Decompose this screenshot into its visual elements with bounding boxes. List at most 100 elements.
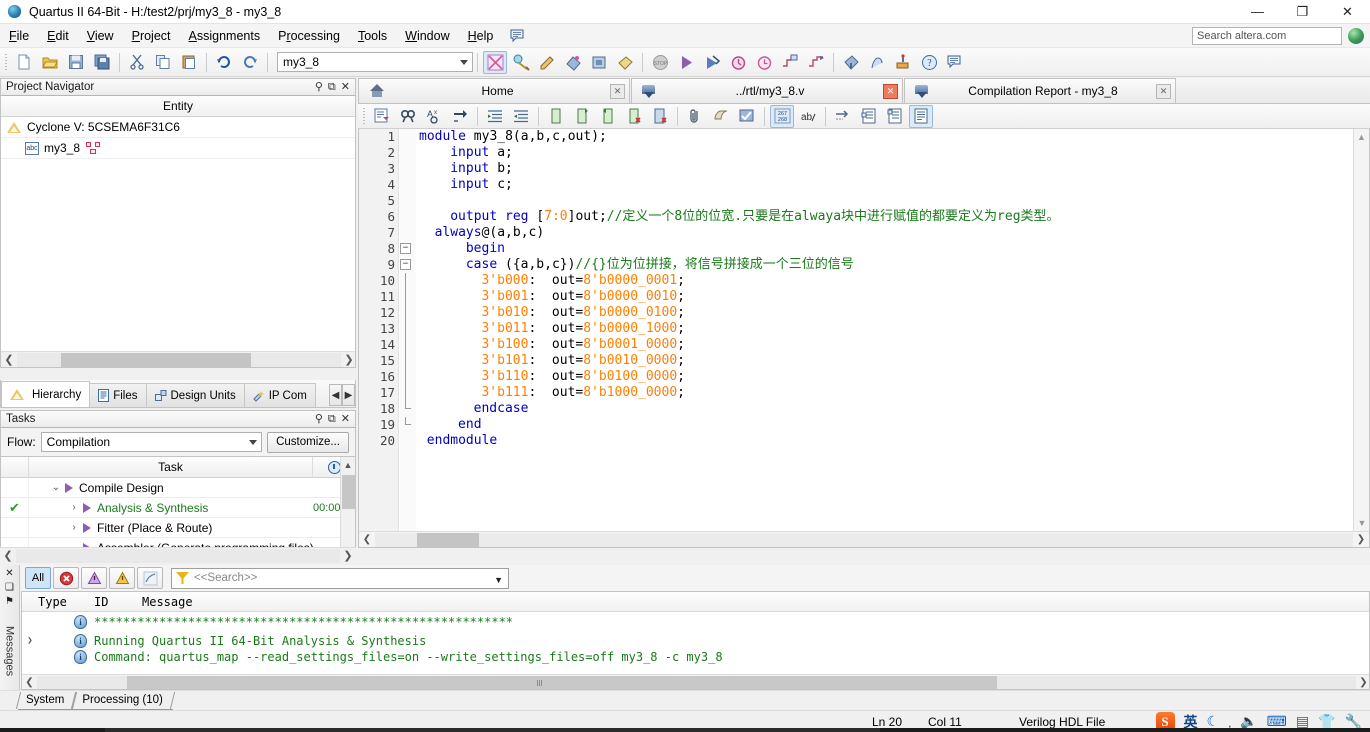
- navigator-hscroll-track[interactable]: [17, 352, 341, 367]
- close-icon[interactable]: ✕: [341, 81, 350, 93]
- fold-collapse-icon[interactable]: −: [400, 259, 411, 270]
- tab-hierarchy[interactable]: Hierarchy: [1, 381, 91, 407]
- filter-critical-warning-button[interactable]: [81, 567, 107, 589]
- menu-tools[interactable]: Tools: [349, 26, 396, 46]
- code-line[interactable]: 14 3'b100: out=8'b0001_0000;: [359, 337, 1353, 353]
- message-note-icon[interactable]: [508, 28, 526, 44]
- pin-icon[interactable]: ⚑: [5, 596, 14, 607]
- code-hscroll-track[interactable]: [375, 532, 1353, 547]
- code-line[interactable]: 17 3'b111: out=8'b1000_0000;: [359, 385, 1353, 401]
- menu-assignments[interactable]: Assignments: [180, 26, 270, 46]
- messages-tab-processing[interactable]: Processing (10): [74, 692, 173, 710]
- start-compilation-icon[interactable]: [674, 51, 698, 74]
- search-input[interactable]: Search altera.com: [1192, 27, 1342, 45]
- scroll-right-icon[interactable]: ❯: [340, 548, 356, 563]
- code-line[interactable]: 20 endmodule: [359, 433, 1353, 449]
- close-icon[interactable]: ✕: [883, 83, 898, 99]
- tasks-hscroll-track[interactable]: [16, 548, 340, 563]
- chevron-down-icon[interactable]: ▼: [494, 575, 503, 585]
- code-line[interactable]: 5: [359, 193, 1353, 209]
- close-icon[interactable]: ✕: [5, 568, 13, 579]
- scroll-left-icon[interactable]: ❮: [0, 548, 16, 563]
- message-row[interactable]: i Command: quartus_map --read_settings_f…: [22, 650, 1369, 664]
- code-line[interactable]: 1 module my3_8(a,b,c,out);: [359, 129, 1353, 145]
- code-line[interactable]: 19 end: [359, 417, 1353, 433]
- code-line[interactable]: 15 3'b101: out=8'b0010_0000;: [359, 353, 1353, 369]
- comment-icon[interactable]: [544, 105, 568, 128]
- code-line[interactable]: 3 input b;: [359, 161, 1353, 177]
- scroll-down-icon[interactable]: ▼: [1354, 515, 1369, 531]
- stack-icon[interactable]: [709, 105, 733, 128]
- close-icon[interactable]: ✕: [610, 83, 625, 99]
- redo-icon[interactable]: [238, 51, 262, 74]
- task-body[interactable]: › Fitter (Place & Route): [29, 518, 313, 538]
- messages-hscroll-thumb[interactable]: [127, 675, 997, 689]
- tab-scroll-prev-icon[interactable]: ◀: [329, 384, 342, 406]
- wrap-icon[interactable]: [831, 105, 855, 128]
- customize-button[interactable]: Customize...: [267, 431, 349, 453]
- scroll-left-icon[interactable]: ❮: [359, 532, 375, 547]
- chevron-down-icon[interactable]: [249, 440, 258, 445]
- code-hscroll-thumb[interactable]: [417, 532, 479, 547]
- tree-row-device[interactable]: Cyclone V: 5CSEMA6F31C6: [1, 117, 355, 138]
- filter-info-button[interactable]: [137, 567, 163, 589]
- expand-icon[interactable]: ❯: [22, 636, 38, 646]
- twisty-icon[interactable]: ›: [65, 522, 83, 533]
- close-button[interactable]: ✕: [1325, 0, 1370, 24]
- code-line[interactable]: 8− begin: [359, 241, 1353, 257]
- code-line[interactable]: 7 always@(a,b,c): [359, 225, 1353, 241]
- increase-indent-icon[interactable]: [483, 105, 507, 128]
- fold-collapse-icon[interactable]: −: [400, 243, 411, 254]
- flow-combo[interactable]: Compilation: [40, 432, 263, 452]
- messages-search-input[interactable]: <<Search>> ▼: [171, 567, 509, 589]
- menu-project[interactable]: Project: [123, 26, 180, 46]
- editor-tab-home[interactable]: Home ✕: [358, 78, 630, 103]
- compilation-report-icon[interactable]: [483, 50, 507, 74]
- code-line[interactable]: 9− case ({a,b,c})//{}位为位拼接，将信号拼接成一个三位的信号: [359, 257, 1353, 273]
- filter-all-button[interactable]: All: [25, 567, 51, 589]
- tab-design-units[interactable]: Design Units: [145, 383, 245, 407]
- find-icon[interactable]: [396, 105, 420, 128]
- task-body[interactable]: › Analysis & Synthesis: [29, 498, 313, 518]
- messages-hscroll-track[interactable]: [37, 675, 1356, 689]
- restore-icon[interactable]: ⧉: [328, 81, 336, 93]
- paste-icon[interactable]: [177, 51, 201, 74]
- expand-all-icon[interactable]: [883, 105, 907, 128]
- toolbar-grip[interactable]: [3, 52, 9, 72]
- cut-icon[interactable]: [125, 51, 149, 74]
- task-row[interactable]: › Fitter (Place & Route): [1, 517, 355, 538]
- decrease-indent-icon[interactable]: [509, 105, 533, 128]
- timing-analyzer-icon[interactable]: [726, 51, 750, 74]
- filter-error-button[interactable]: [53, 567, 79, 589]
- globe-icon[interactable]: [1348, 28, 1364, 44]
- settings-icon[interactable]: [561, 51, 585, 74]
- twisty-icon[interactable]: ⌄: [47, 482, 65, 493]
- message-row[interactable]: ❯ i Running Quartus II 64-Bit Analysis &…: [22, 631, 1369, 650]
- scroll-up-icon[interactable]: ▲: [341, 457, 355, 472]
- stop-icon[interactable]: STOP: [648, 51, 672, 74]
- timequest-icon[interactable]: [752, 51, 776, 74]
- scroll-up-icon[interactable]: ▲: [1354, 129, 1369, 145]
- scroll-right-icon[interactable]: ❯: [1353, 532, 1369, 547]
- help-icon[interactable]: ?: [917, 51, 941, 74]
- menu-help[interactable]: Help: [459, 26, 503, 46]
- restore-icon[interactable]: ⧉: [328, 413, 336, 425]
- code-vscrollbar[interactable]: ▲ ▼: [1353, 129, 1369, 531]
- project-combo[interactable]: my3_8: [277, 52, 473, 72]
- menu-processing[interactable]: Processing: [269, 26, 349, 46]
- check-syntax-icon[interactable]: [735, 105, 759, 128]
- signaltap-icon[interactable]: [865, 51, 889, 74]
- line-numbers-icon[interactable]: 267 268: [770, 104, 794, 128]
- bookmark-prev-icon[interactable]: [622, 105, 646, 128]
- menu-edit[interactable]: Edit: [38, 26, 78, 46]
- tab-files[interactable]: Files: [89, 383, 147, 407]
- code-line[interactable]: 4 input c;: [359, 177, 1353, 193]
- abbreviation-icon[interactable]: ab: [796, 105, 820, 128]
- close-icon[interactable]: ✕: [1156, 83, 1171, 99]
- messages-hscrollbar[interactable]: ❮ ❯: [22, 674, 1369, 689]
- pin-icon[interactable]: ⚲: [315, 81, 323, 93]
- code-line[interactable]: 16 3'b110: out=8'b0100_0000;: [359, 369, 1353, 385]
- bookmark-toggle-icon[interactable]: [596, 105, 620, 128]
- save-icon[interactable]: [64, 51, 88, 74]
- goto-line-icon[interactable]: [448, 105, 472, 128]
